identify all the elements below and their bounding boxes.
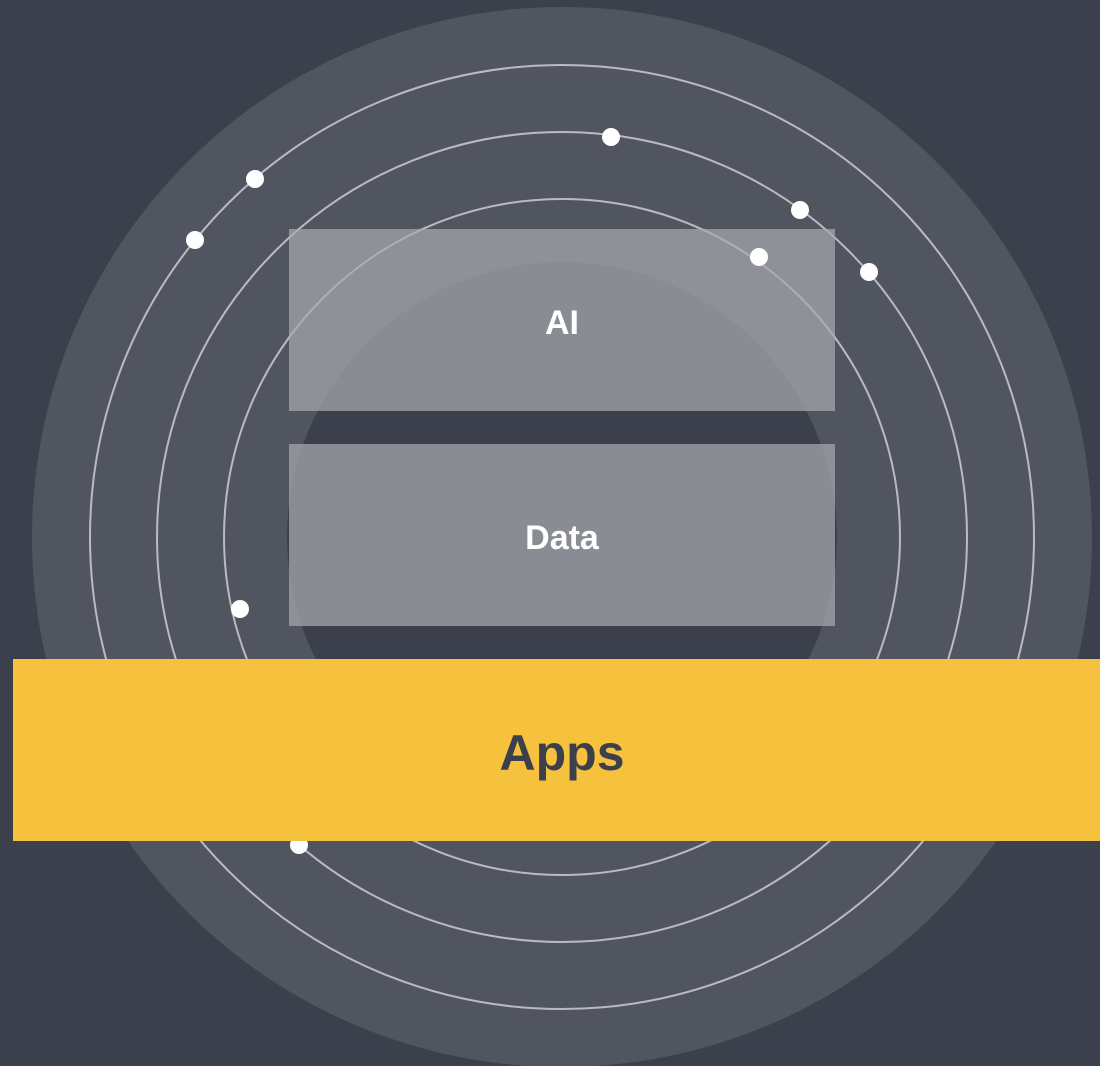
orbit-dot: [860, 263, 878, 281]
apps-layer: Apps: [13, 659, 1100, 841]
orbit-dot: [231, 600, 249, 618]
layered-rings-diagram: AI Data Apps: [13, 7, 1100, 1066]
data-layer: Data: [289, 444, 835, 626]
ai-label: AI: [545, 304, 579, 342]
apps-label: Apps: [500, 725, 625, 781]
orbit-dot: [791, 201, 809, 219]
orbit-dot: [750, 248, 768, 266]
orbit-dot: [602, 128, 620, 146]
orbit-dot: [246, 170, 264, 188]
diagram-canvas: AI Data Apps: [0, 0, 1100, 1066]
orbit-dot: [186, 231, 204, 249]
data-label: Data: [525, 519, 600, 557]
